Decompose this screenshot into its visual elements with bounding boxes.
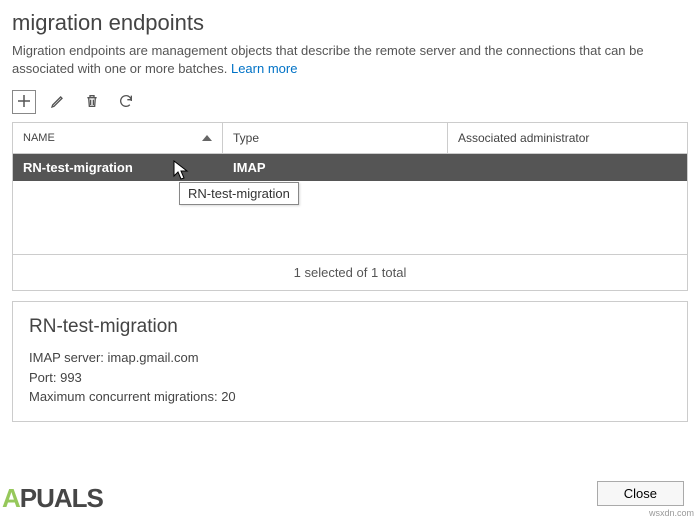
toolbar — [12, 90, 688, 114]
refresh-icon — [118, 93, 134, 112]
imap-server-label: IMAP server: — [29, 350, 104, 365]
max-migrations-value: 20 — [221, 389, 235, 404]
imap-server-value: imap.gmail.com — [108, 350, 199, 365]
sort-ascending-icon — [202, 135, 212, 141]
watermark-logo: APUALS — [2, 483, 103, 514]
selection-status: 1 selected of 1 total — [12, 254, 688, 291]
port-label: Port: — [29, 370, 56, 385]
watermark-rest: PUALS — [20, 483, 103, 513]
refresh-button[interactable] — [114, 90, 138, 114]
learn-more-link[interactable]: Learn more — [231, 61, 297, 76]
page-description-text: Migration endpoints are management objec… — [12, 43, 644, 76]
max-migrations-label: Maximum concurrent migrations: — [29, 389, 218, 404]
close-button[interactable]: Close — [597, 481, 684, 506]
column-header-admin[interactable]: Associated administrator — [448, 123, 687, 153]
pencil-icon — [50, 93, 66, 112]
table-header: NAME Type Associated administrator — [13, 123, 687, 154]
port-value: 993 — [60, 370, 82, 385]
trash-icon — [84, 93, 100, 112]
details-port-row: Port: 993 — [29, 368, 671, 388]
details-title: RN-test-migration — [29, 316, 671, 338]
cell-name: RN-test-migration — [13, 154, 223, 181]
plus-icon — [15, 92, 33, 113]
delete-button[interactable] — [80, 90, 104, 114]
details-imap-row: IMAP server: imap.gmail.com — [29, 348, 671, 368]
cell-type: IMAP — [223, 154, 448, 181]
column-header-type[interactable]: Type — [223, 123, 448, 153]
table-body: RN-test-migration IMAP RN-test-migration — [13, 154, 687, 254]
page-title: migration endpoints — [12, 10, 688, 36]
page-description: Migration endpoints are management objec… — [12, 42, 688, 78]
column-header-name-label: NAME — [23, 132, 55, 144]
edit-button[interactable] — [46, 90, 70, 114]
endpoints-table: NAME Type Associated administrator RN-te… — [12, 122, 688, 255]
watermark-site: wsxdn.com — [649, 508, 694, 518]
cell-admin — [448, 154, 687, 181]
details-max-row: Maximum concurrent migrations: 20 — [29, 387, 671, 407]
add-button[interactable] — [12, 90, 36, 114]
table-row[interactable]: RN-test-migration IMAP — [13, 154, 687, 181]
details-panel: RN-test-migration IMAP server: imap.gmai… — [12, 301, 688, 422]
tooltip: RN-test-migration — [179, 182, 299, 205]
watermark-accent: A — [2, 483, 20, 513]
column-header-name[interactable]: NAME — [13, 123, 223, 153]
